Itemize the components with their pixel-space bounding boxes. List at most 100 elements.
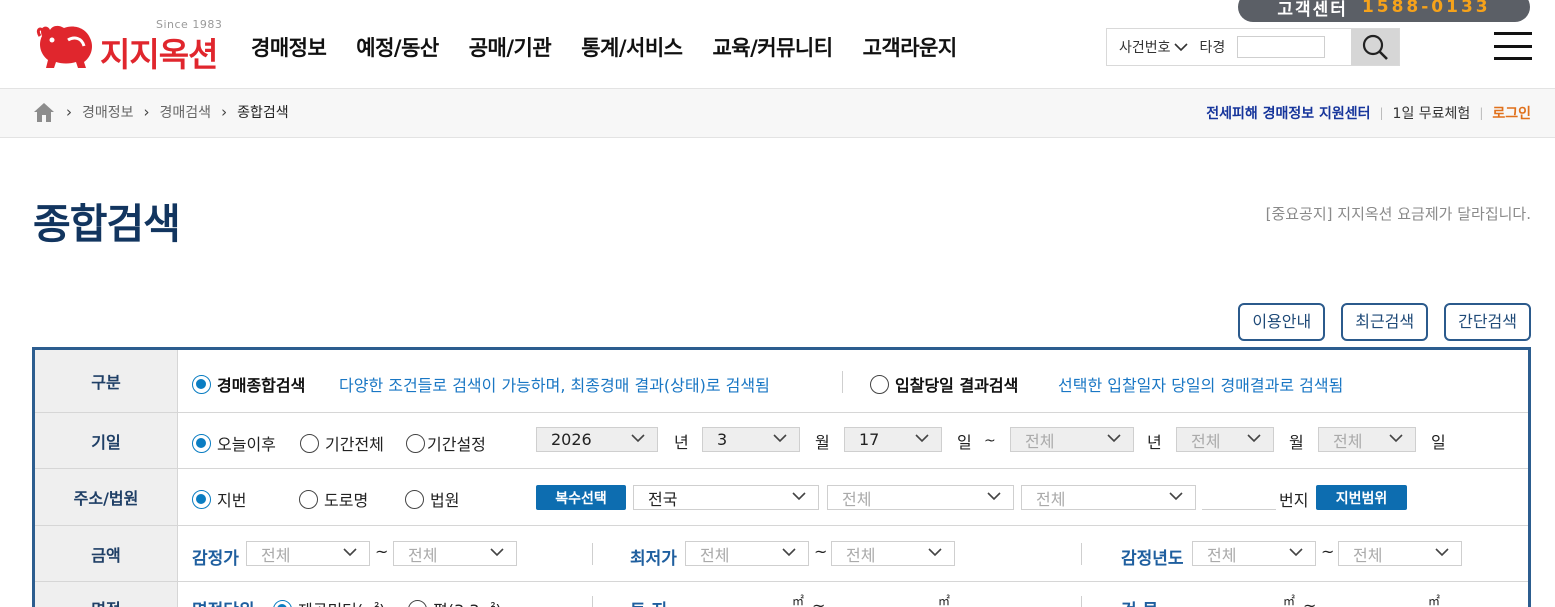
sigungu-select[interactable]: 전체 (827, 485, 1014, 510)
appraisal-from-select[interactable]: 전체 (246, 541, 370, 566)
sigungu-value: 전체 (842, 489, 872, 509)
appraisal-to-select[interactable]: 전체 (393, 541, 517, 566)
date-option-all-label: 기간전체 (325, 435, 384, 454)
nav-item-customer-lounge[interactable]: 고객라운지 (863, 32, 958, 62)
dong-select[interactable]: 전체 (1021, 485, 1196, 510)
address-label: 주소/법원 (35, 469, 178, 525)
price-label: 금액 (35, 526, 178, 581)
lot-unit: 번지 (1279, 491, 1309, 510)
to-day-select[interactable]: 전체 (1318, 427, 1416, 452)
chevron-down-icon (1389, 434, 1403, 443)
to-year-select[interactable]: 전체 (1010, 427, 1134, 452)
quick-search-other-label: 타경 (1199, 40, 1226, 56)
date-option-after-today[interactable]: 오늘이후 (192, 431, 276, 455)
radio-unselected[interactable] (405, 489, 424, 509)
address-option-road[interactable]: 도로명 (299, 487, 368, 511)
simple-search-button[interactable]: 간단검색 (1444, 303, 1531, 341)
to-day-value: 전체 (1333, 431, 1363, 451)
date-label: 기일 (35, 413, 178, 468)
radio-unselected[interactable] (300, 433, 319, 453)
lot-number-input[interactable] (1202, 485, 1276, 510)
date-option-all[interactable]: 기간전체 (300, 431, 384, 455)
radio-unselected[interactable] (870, 374, 889, 394)
quick-search-input[interactable] (1237, 36, 1326, 58)
nav-item-education[interactable]: 교육/커뮤니티 (712, 32, 833, 62)
divider (1081, 543, 1082, 565)
address-option-court-label: 법원 (430, 491, 460, 510)
chevron-down-icon (631, 434, 645, 443)
chevron-down-icon (792, 492, 806, 501)
date-option-range-label: 기간설정 (427, 435, 486, 454)
appraisal-year-to-select[interactable]: 전체 (1338, 541, 1462, 566)
free-trial-link[interactable]: 1일 무료체험 (1393, 103, 1471, 123)
range-tilde: ~ (375, 542, 389, 561)
breadcrumb: › 경매정보 › 경매검색 › 종합검색 (32, 100, 289, 124)
divider: | (1379, 106, 1384, 120)
chevron-down-icon (1169, 492, 1183, 501)
area-unit-label: 면적단위 (192, 596, 255, 607)
appraisal-from-value: 전체 (261, 545, 291, 565)
site-logo[interactable]: Since 1983 지지옥션 (34, 18, 224, 74)
radio-selected[interactable] (192, 433, 211, 453)
chevron-down-icon (1247, 434, 1261, 443)
multi-select-button[interactable]: 복수선택 (536, 485, 626, 510)
category-option-auction[interactable]: 경매종합검색 (192, 372, 305, 396)
radio-selected[interactable] (192, 489, 211, 509)
date-option-range[interactable]: 기간설정 (406, 431, 486, 455)
appraisal-year-from-value: 전체 (1207, 545, 1237, 565)
date-row: 기일 오늘이후 기간전체 기간설정 2026 년 3 월 17 일 ~ 전체 년… (35, 413, 1528, 469)
address-option-road-label: 도로명 (324, 491, 369, 510)
chevron-down-icon (1107, 434, 1121, 443)
month-unit: 월 (1289, 433, 1304, 452)
breadcrumb-item-auction-info[interactable]: 경매정보 (82, 102, 134, 122)
nav-item-auction-info[interactable]: 경매정보 (251, 32, 327, 62)
area-unit-option-sqm[interactable]: 제곱미터(㎡) (273, 597, 385, 607)
area-unit-option-pyeong[interactable]: 평(3.3㎡) (408, 597, 502, 607)
day-unit: 일 (957, 433, 972, 452)
quick-search-button[interactable] (1351, 29, 1399, 65)
from-day-select[interactable]: 17 (844, 427, 942, 452)
home-icon[interactable] (32, 100, 56, 124)
quick-search-type-select[interactable]: 사건번호 (1119, 37, 1188, 57)
nav-item-statistics[interactable]: 통계/서비스 (581, 32, 683, 62)
minimum-from-select[interactable]: 전체 (685, 541, 809, 566)
radio-selected[interactable] (273, 599, 292, 607)
breadcrumb-item-auction-search[interactable]: 경매검색 (160, 102, 212, 122)
appraisal-year-from-select[interactable]: 전체 (1192, 541, 1316, 566)
radio-unselected[interactable] (406, 433, 425, 453)
sido-select[interactable]: 전국 (633, 485, 819, 510)
address-row: 주소/법원 지번 도로명 법원 복수선택 전국 전체 전체 번지 지번범위 (35, 469, 1528, 526)
area-unit-option-pyeong-label: 평(3.3㎡) (433, 597, 502, 607)
to-month-select[interactable]: 전체 (1176, 427, 1274, 452)
category-option-bid-day[interactable]: 입찰당일 결과검색 (870, 372, 1018, 396)
address-option-lot[interactable]: 지번 (192, 487, 246, 511)
minimum-to-select[interactable]: 전체 (831, 541, 955, 566)
login-link[interactable]: 로그인 (1492, 103, 1531, 123)
radio-unselected[interactable] (299, 489, 318, 509)
recent-search-button[interactable]: 최근검색 (1341, 303, 1429, 341)
category-row: 구분 경매종합검색 다양한 조건들로 검색이 가능하며, 최종경매 결과(상태)… (35, 350, 1528, 413)
usage-guide-button[interactable]: 이용안내 (1238, 303, 1326, 341)
nav-item-public-sale[interactable]: 공매/기관 (469, 32, 552, 62)
category-label: 구분 (35, 350, 178, 412)
notice-link[interactable]: [중요공지] 지지옥션 요금제가 달라집니다. (1266, 203, 1531, 224)
from-year-select[interactable]: 2026 (536, 427, 658, 452)
customer-center-bar[interactable]: 고객센터 1588-0133 (1238, 0, 1530, 22)
nav-item-scheduled[interactable]: 예정/동산 (356, 32, 439, 62)
top-links: 전세피해 경매정보 지원센터 | 1일 무료체험 | 로그인 (1206, 103, 1531, 123)
radio-selected[interactable] (192, 374, 211, 394)
address-option-lot-label: 지번 (217, 491, 247, 510)
radio-unselected[interactable] (408, 599, 427, 607)
sqm-unit: ㎡ (792, 594, 805, 607)
support-center-link[interactable]: 전세피해 경매정보 지원센터 (1206, 103, 1370, 123)
year-unit: 년 (674, 433, 689, 452)
chevron-down-icon (1289, 548, 1303, 557)
lot-range-button[interactable]: 지번범위 (1316, 485, 1407, 510)
category-option-bid-day-label: 입찰당일 결과검색 (895, 376, 1019, 395)
address-option-court[interactable]: 법원 (405, 487, 459, 511)
from-year-value: 2026 (551, 430, 592, 449)
category-option-auction-label: 경매종합검색 (217, 376, 306, 395)
from-month-select[interactable]: 3 (702, 427, 800, 452)
page-title: 종합검색 (33, 200, 181, 248)
menu-icon[interactable] (1494, 32, 1532, 60)
